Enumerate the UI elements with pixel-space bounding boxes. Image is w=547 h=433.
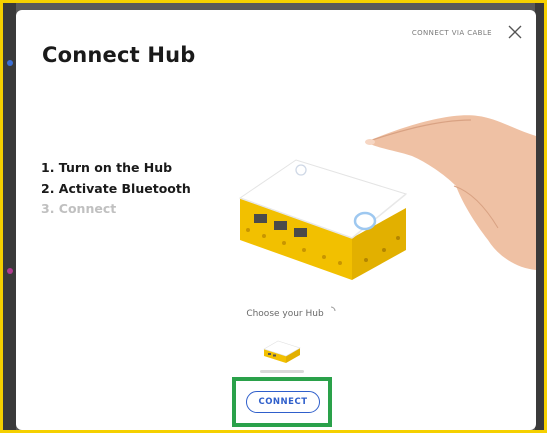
choose-hub-label: Choose your Hub (246, 309, 324, 319)
page-title: Connect Hub (42, 43, 196, 67)
hub-thumbnail-icon[interactable] (260, 335, 304, 365)
connection-steps: 1. Turn on the Hub 2. Activate Bluetooth… (41, 158, 191, 220)
backdrop-right (535, 0, 544, 433)
close-button[interactable] (506, 23, 524, 41)
spinner-icon (330, 306, 336, 312)
hub-device (238, 159, 408, 280)
connect-button[interactable]: CONNECT (246, 391, 320, 413)
backdrop-left (3, 0, 16, 433)
connect-hub-dialog: Connect Hub CONNECT VIA CABLE 1. Turn on… (16, 10, 536, 430)
step-connect: 3. Connect (41, 201, 117, 216)
step-activate-bluetooth: 2. Activate Bluetooth (41, 180, 191, 196)
backdrop-accent (7, 60, 13, 66)
backdrop-accent (7, 268, 13, 274)
step-turn-on-hub: 1. Turn on the Hub (41, 160, 173, 175)
hub-name-placeholder (260, 370, 304, 373)
hub-illustration (238, 115, 536, 280)
connect-via-cable-link[interactable]: CONNECT VIA CABLE (412, 29, 492, 37)
close-icon (508, 25, 522, 39)
